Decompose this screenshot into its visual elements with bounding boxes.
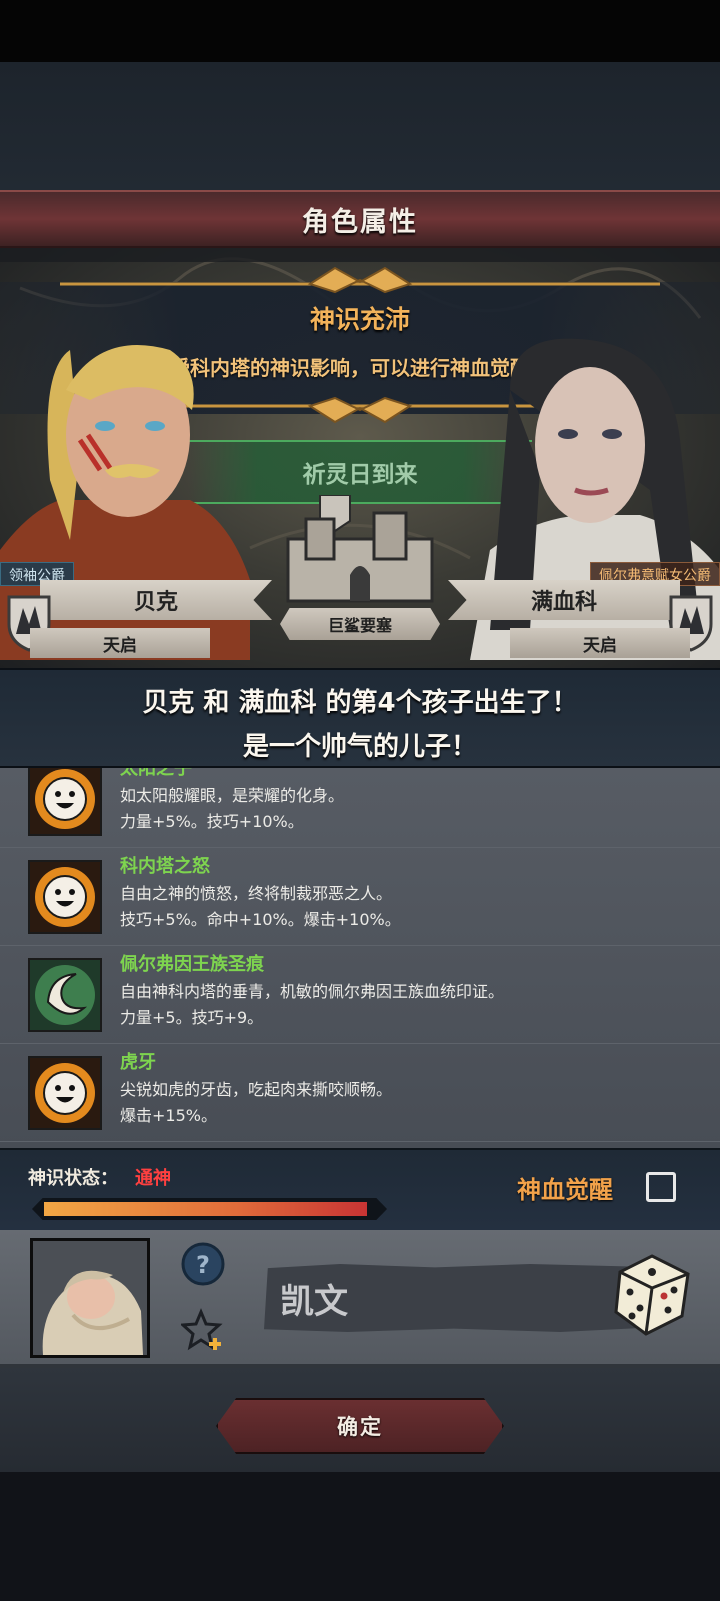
sun-face-icon — [28, 768, 102, 836]
dice-random-name-icon[interactable] — [612, 1252, 692, 1338]
trait-bonus: 技巧+5%。命中+10%。爆击+10%。 — [120, 910, 401, 929]
father-name: 贝克 — [133, 590, 178, 615]
backdrop — [0, 62, 720, 190]
confirm-button[interactable]: 确定 — [216, 1398, 504, 1454]
mother-faith: 天启 — [510, 628, 690, 658]
trait-item[interactable]: 科内塔之怒 自由之神的愤怒，终将制裁邪恶之人。 技巧+5%。命中+10%。爆击+… — [0, 848, 720, 946]
traits-list[interactable]: 太阳之子 如太阳般耀眼，是荣耀的化身。 力量+5%。技巧+10%。 科内塔之怒 … — [0, 768, 720, 1148]
sun-face-icon — [28, 1056, 102, 1130]
trait-desc: 自由之神的愤怒，终将制裁邪恶之人。 — [120, 884, 393, 903]
baby-image — [42, 1270, 143, 1355]
star-add-icon[interactable] — [181, 1308, 225, 1352]
trait-bonus: 爆击+15%。 — [120, 1106, 217, 1125]
child-naming-panel: ? — [0, 1230, 720, 1368]
footer-bar: 确定 — [0, 1368, 720, 1472]
question-mark-icon[interactable]: ? — [181, 1242, 225, 1286]
status-bar-fill — [44, 1202, 367, 1216]
trait-name: 虎牙 — [120, 1052, 156, 1073]
father-nameplate[interactable]: 贝克 — [40, 580, 272, 620]
child-name-input[interactable] — [264, 1264, 644, 1332]
svg-text:?: ? — [196, 1251, 210, 1279]
bottom-backdrop — [0, 1472, 720, 1601]
trait-item[interactable]: 太阳之子 如太阳般耀眼，是荣耀的化身。 力量+5%。技巧+10%。 — [0, 768, 720, 848]
trait-item[interactable]: 虎牙 尖锐如虎的牙齿，吃起肉来撕咬顺畅。 爆击+15%。 — [0, 1044, 720, 1142]
awaken-checkbox[interactable] — [646, 1172, 676, 1202]
trait-desc: 如太阳般耀眼，是荣耀的化身。 — [120, 786, 345, 805]
status-label: 神识状态： — [28, 1168, 118, 1189]
status-bar-area — [0, 0, 720, 62]
trait-item[interactable]: 佩尔弗因王族圣痕 自由神科内塔的垂青，机敏的佩尔弗因王族血统印证。 力量+5。技… — [0, 946, 720, 1044]
trait-name: 科内塔之怒 — [120, 856, 210, 877]
trait-bonus: 力量+5%。技巧+10%。 — [120, 812, 304, 831]
mother-name: 满血科 — [530, 590, 597, 615]
divine-status-panel: 神识状态： 通神 神血觉醒 — [0, 1148, 720, 1230]
trait-desc: 自由神科内塔的垂青，机敏的佩尔弗因王族血统印证。 — [120, 982, 505, 1001]
mother-nameplate[interactable]: 满血科 — [448, 580, 680, 620]
trait-name: 佩尔弗因王族圣痕 — [120, 954, 264, 975]
birth-line-2: 是一个帅气的儿子！ — [242, 732, 477, 762]
castle-icon — [286, 495, 434, 603]
trait-name: 太阳之子 — [120, 768, 192, 779]
page-title: 角色属性 — [302, 206, 418, 238]
status-value: 通神 — [135, 1168, 171, 1189]
location-label: 巨鲨要塞 — [280, 608, 440, 640]
father-faith: 天启 — [30, 628, 210, 658]
crescent-swirl-icon — [28, 958, 102, 1032]
header-bar: 角色属性 — [0, 190, 720, 248]
awaken-label: 神血觉醒 — [517, 1176, 613, 1204]
confirm-label: 确定 — [337, 1415, 383, 1439]
sun-face-icon — [28, 860, 102, 934]
ornament-top — [60, 266, 660, 294]
child-portrait — [30, 1238, 150, 1358]
birth-announcement: 贝克 和 满血科 的第4个孩子出生了！ 是一个帅气的儿子！ — [0, 668, 720, 768]
birth-line-1: 贝克 和 满血科 的第4个孩子出生了！ — [142, 688, 578, 718]
trait-desc: 尖锐如虎的牙齿，吃起肉来撕咬顺畅。 — [120, 1080, 393, 1099]
trait-bonus: 力量+5。技巧+9。 — [120, 1008, 264, 1027]
